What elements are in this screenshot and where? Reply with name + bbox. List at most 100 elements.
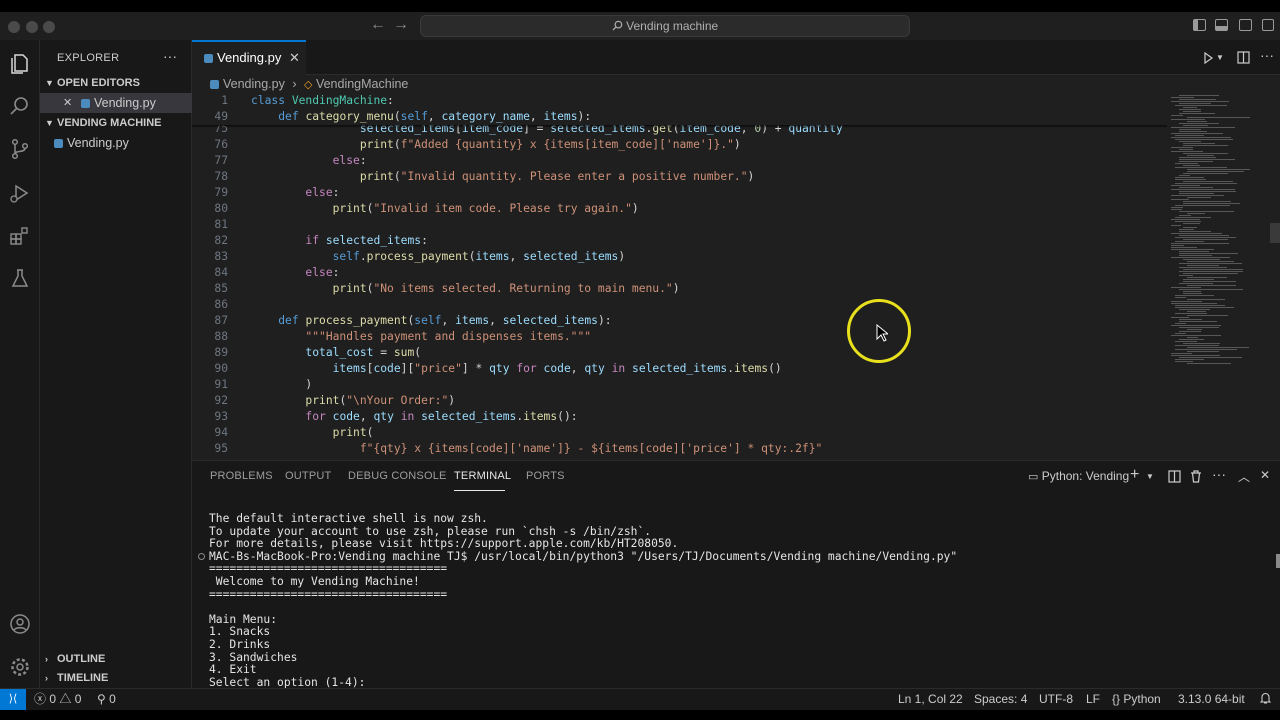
run-icon[interactable] [1202, 52, 1214, 64]
tab-label: Vending.py [217, 50, 282, 65]
extensions-icon[interactable] [8, 224, 32, 248]
toggle-panel-icon[interactable] [1215, 19, 1228, 31]
breadcrumb-file[interactable]: Vending.py [223, 77, 285, 91]
tab-problems[interactable]: PROBLEMS [210, 470, 273, 482]
tab-vending-py[interactable]: Vending.py ✕ [192, 40, 306, 75]
python-interpreter[interactable]: 3.13.0 64-bit [1178, 689, 1245, 710]
code-line[interactable]: 85 print("No items selected. Returning t… [192, 281, 1280, 297]
tab-output[interactable]: OUTPUT [285, 470, 331, 482]
trash-icon[interactable] [1190, 470, 1202, 483]
minimap-line [1179, 339, 1204, 340]
code-line[interactable]: 82 if selected_items: [192, 233, 1280, 249]
code-line[interactable]: 87 def process_payment(self, items, sele… [192, 313, 1280, 329]
chevron-down-icon: ▼ [45, 118, 54, 128]
minimap-line [1175, 361, 1193, 362]
code-line[interactable]: 76 print(f"Added {quantity} x {items[ite… [192, 137, 1280, 153]
notifications-bell-icon[interactable] [1259, 689, 1272, 710]
ports-status[interactable]: ⚲ 0 [97, 689, 116, 710]
outline-section[interactable]: › OUTLINE [45, 653, 105, 665]
run-debug-icon[interactable] [8, 181, 32, 205]
terminal-line: The default interactive shell is now zsh… [209, 512, 488, 525]
minimap-line [1175, 179, 1206, 180]
vending-machine-folder[interactable]: ▼ VENDING MACHINE [45, 117, 162, 129]
open-editors-section[interactable]: ▼ OPEN EDITORS [45, 77, 140, 89]
eol-status[interactable]: LF [1086, 689, 1100, 710]
file-tree-item[interactable]: Vending.py [40, 133, 192, 153]
indentation-status[interactable]: Spaces: 4 [974, 689, 1027, 710]
search-icon[interactable] [8, 94, 32, 118]
terminal-selector[interactable]: ▭ Python: Vending [1028, 469, 1129, 483]
code-text: def process_payment(self, items, selecte… [278, 314, 612, 327]
tab-terminal[interactable]: TERMINAL [454, 470, 511, 482]
minimap-line [1187, 265, 1219, 266]
tab-ports[interactable]: PORTS [526, 470, 565, 482]
back-arrow-icon[interactable]: ← [370, 16, 386, 34]
minimize-window-button[interactable] [26, 21, 38, 33]
split-terminal-icon[interactable] [1168, 470, 1181, 483]
code-line[interactable]: 93 for code, qty in selected_items.items… [192, 409, 1280, 425]
more-actions-icon[interactable]: ··· [1260, 47, 1274, 63]
code-line[interactable]: 84 else: [192, 265, 1280, 281]
split-editor-icon[interactable] [1237, 51, 1250, 64]
code-line[interactable]: 81 [192, 217, 1280, 233]
timeline-section[interactable]: › TIMELINE [45, 672, 108, 684]
minimap-line [1171, 199, 1189, 200]
source-control-icon[interactable] [8, 137, 32, 161]
code-line[interactable]: 86 [192, 297, 1280, 313]
code-line[interactable]: 88 """Handles payment and dispenses item… [192, 329, 1280, 345]
code-text: def category_menu(self, category_name, i… [278, 110, 592, 123]
chevron-down-icon[interactable]: ▼ [1216, 53, 1224, 62]
more-actions-icon[interactable]: ··· [1212, 466, 1226, 482]
close-window-button[interactable] [8, 21, 20, 33]
code-line[interactable]: 90 items[code]["price"] * qty for code, … [192, 361, 1280, 377]
code-line[interactable]: 95 f"{qty} x {items[code]['name']} - ${i… [192, 441, 1280, 457]
open-editor-item[interactable]: ✕ Vending.py [40, 93, 192, 113]
code-line[interactable]: 79 else: [192, 185, 1280, 201]
code-line[interactable]: 91 ) [192, 377, 1280, 393]
new-terminal-button[interactable]: + [1130, 466, 1139, 484]
close-icon[interactable]: ✕ [1260, 468, 1270, 482]
language-mode[interactable]: {} Python [1112, 689, 1161, 710]
command-center-search[interactable]: Vending machine [420, 15, 910, 37]
toggle-primary-sidebar-icon[interactable] [1193, 19, 1206, 31]
forward-arrow-icon[interactable]: → [393, 16, 409, 34]
more-actions-icon[interactable]: ··· [163, 48, 177, 64]
sticky-line[interactable]: 49 def category_menu(self, category_name… [192, 109, 1167, 125]
tab-debug-console[interactable]: DEBUG CONSOLE [348, 470, 447, 482]
chevron-down-icon[interactable]: ▼ [1146, 472, 1154, 481]
minimap-line [1171, 115, 1183, 116]
minimap-line [1179, 255, 1212, 256]
toggle-secondary-sidebar-icon[interactable] [1239, 19, 1252, 31]
code-line[interactable]: 89 total_cost = sum( [192, 345, 1280, 361]
minimap-line [1171, 245, 1184, 246]
editor-scrollbar[interactable] [1270, 223, 1280, 243]
code-line[interactable]: 92 print("\nYour Order:") [192, 393, 1280, 409]
code-editor[interactable]: 75 selected_items[item_code] = selected_… [192, 93, 1280, 460]
cursor-position[interactable]: Ln 1, Col 22 [898, 689, 963, 710]
maximize-window-button[interactable] [43, 21, 55, 33]
code-line[interactable]: 94 print( [192, 425, 1280, 441]
encoding-status[interactable]: UTF-8 [1039, 689, 1073, 710]
close-icon[interactable]: ✕ [289, 42, 300, 74]
files-icon[interactable] [8, 52, 32, 76]
testing-icon[interactable] [8, 267, 32, 291]
minimap[interactable] [1167, 93, 1267, 460]
close-icon[interactable]: ✕ [63, 93, 72, 113]
braces-icon: {} [1112, 692, 1121, 706]
sticky-line[interactable]: 1 class VendingMachine: [192, 93, 1167, 109]
minimap-line [1179, 157, 1216, 158]
minimap-line [1175, 177, 1204, 178]
settings-gear-icon[interactable] [8, 655, 32, 679]
code-line[interactable]: 78 print("Invalid quantity. Please enter… [192, 169, 1280, 185]
code-line[interactable]: 83 self.process_payment(items, selected_… [192, 249, 1280, 265]
remote-indicator-icon[interactable]: ⟩⟨ [0, 689, 26, 711]
terminal-scrollbar[interactable] [1276, 554, 1280, 568]
breadcrumb-symbol[interactable]: VendingMachine [316, 77, 408, 91]
account-icon[interactable] [8, 612, 32, 636]
customize-layout-icon[interactable] [1262, 19, 1274, 31]
code-line[interactable]: 77 else: [192, 153, 1280, 169]
problems-status[interactable]: ⓧ 0 △ 0 [34, 689, 81, 710]
minimap-line [1179, 129, 1201, 130]
maximize-panel-icon[interactable]: ︿ [1238, 468, 1250, 485]
code-line[interactable]: 80 print("Invalid item code. Please try … [192, 201, 1280, 217]
